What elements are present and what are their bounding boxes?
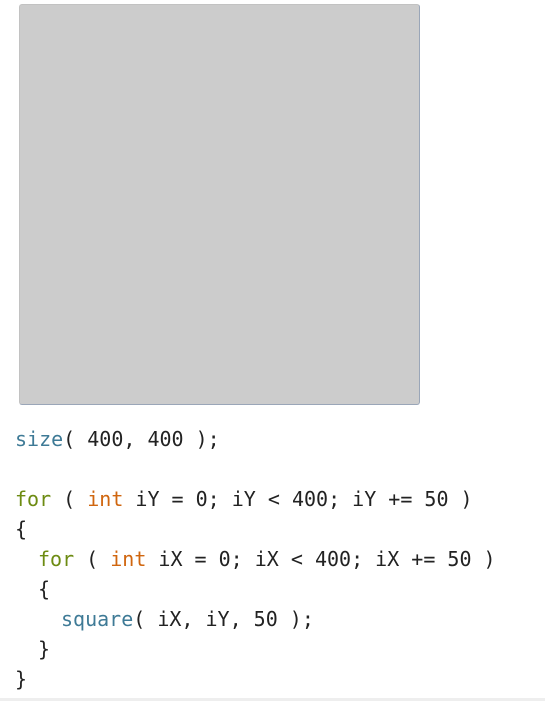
loop-expr: iY = 0; iY < 400; iY += 50 ) [123, 487, 473, 511]
paren: ( [74, 547, 111, 571]
sketch-canvas [19, 4, 420, 405]
code-listing: size( 400, 400 ); for ( int iY = 0; iY < … [15, 424, 496, 694]
code-line-inner-for: for ( int iX = 0; iX < 400; iX += 50 ) [15, 544, 496, 574]
int-type: int [110, 547, 147, 571]
code-line-open-brace: { [15, 514, 496, 544]
square-function: square [61, 607, 134, 631]
square-args: ( iX, iY, 50 ); [133, 607, 314, 631]
brace: } [38, 637, 51, 661]
code-line-close-brace: } [15, 664, 496, 694]
for-keyword: for [38, 547, 75, 571]
code-line-inner-close-brace: } [15, 634, 496, 664]
loop-expr: iX = 0; iX < 400; iX += 50 ) [146, 547, 496, 571]
for-keyword: for [15, 487, 52, 511]
brace: { [15, 517, 28, 541]
code-line-size: size( 400, 400 ); [15, 424, 496, 454]
code-line-inner-open-brace: { [15, 574, 496, 604]
paren: ( [51, 487, 88, 511]
size-function: size [15, 427, 64, 451]
brace: { [38, 577, 51, 601]
code-line-outer-for: for ( int iY = 0; iY < 400; iY += 50 ) [15, 484, 496, 514]
brace: } [15, 667, 28, 691]
int-type: int [87, 487, 124, 511]
code-line-square: square( iX, iY, 50 ); [15, 604, 496, 634]
size-args: ( 400, 400 ); [63, 427, 220, 451]
